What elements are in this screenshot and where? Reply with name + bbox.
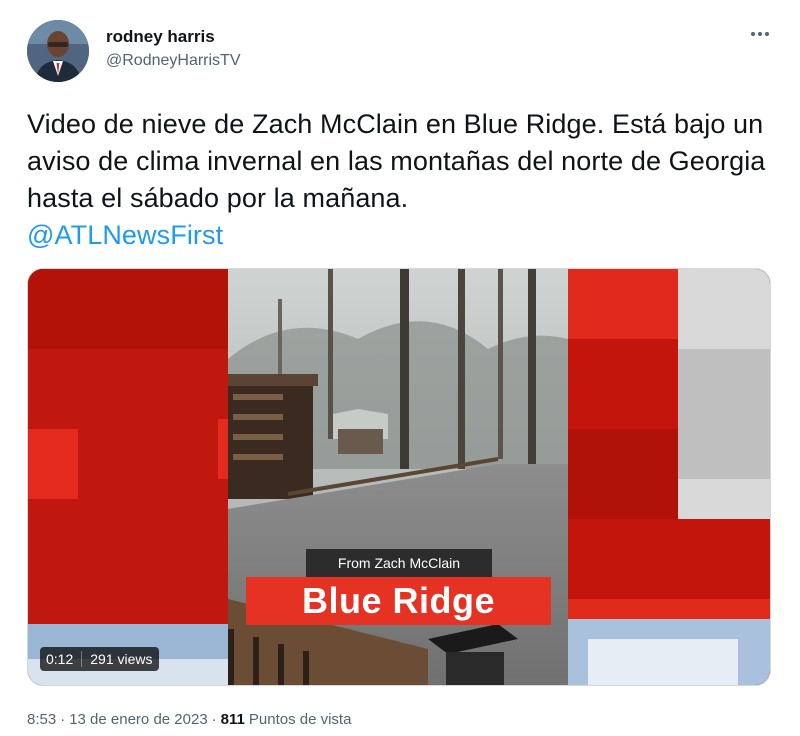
- mention-link[interactable]: @ATLNewsFirst: [27, 220, 223, 250]
- tweet-time[interactable]: 8:53: [27, 711, 56, 728]
- video-duration: 0:12: [46, 651, 74, 667]
- view-count: 811: [220, 711, 245, 728]
- author-handle[interactable]: @RodneyHarrisTV: [106, 52, 241, 70]
- dot: [751, 32, 755, 36]
- dot: [765, 32, 769, 36]
- video-player[interactable]: From Zach McClain Blue Ridge 0:12 291 vi…: [27, 268, 771, 686]
- tweet-date[interactable]: 13 de enero de 2023: [69, 711, 207, 728]
- dot: [758, 32, 762, 36]
- badge-divider: [81, 651, 83, 667]
- meta-separator: ·: [211, 711, 217, 728]
- view-label: Puntos de vista: [248, 711, 352, 728]
- tweet: rodney harris @RodneyHarrisTV Video de n…: [0, 0, 800, 736]
- meta-separator: ·: [60, 711, 66, 728]
- video-caption-title: Blue Ridge: [246, 577, 551, 625]
- video-stats-badge: 0:12 291 views: [40, 647, 159, 671]
- video-views: 291 views: [90, 651, 153, 667]
- more-options-icon[interactable]: [748, 24, 772, 44]
- video-caption-subtitle: From Zach McClain: [306, 549, 492, 577]
- tweet-body: Video de nieve de Zach McClain en Blue R…: [27, 109, 766, 213]
- author-name[interactable]: rodney harris: [106, 27, 215, 47]
- avatar[interactable]: [27, 20, 89, 82]
- tweet-meta: 8:53 · 13 de enero de 2023 · 811 Puntos …: [27, 711, 351, 728]
- tweet-text: Video de nieve de Zach McClain en Blue R…: [27, 106, 777, 254]
